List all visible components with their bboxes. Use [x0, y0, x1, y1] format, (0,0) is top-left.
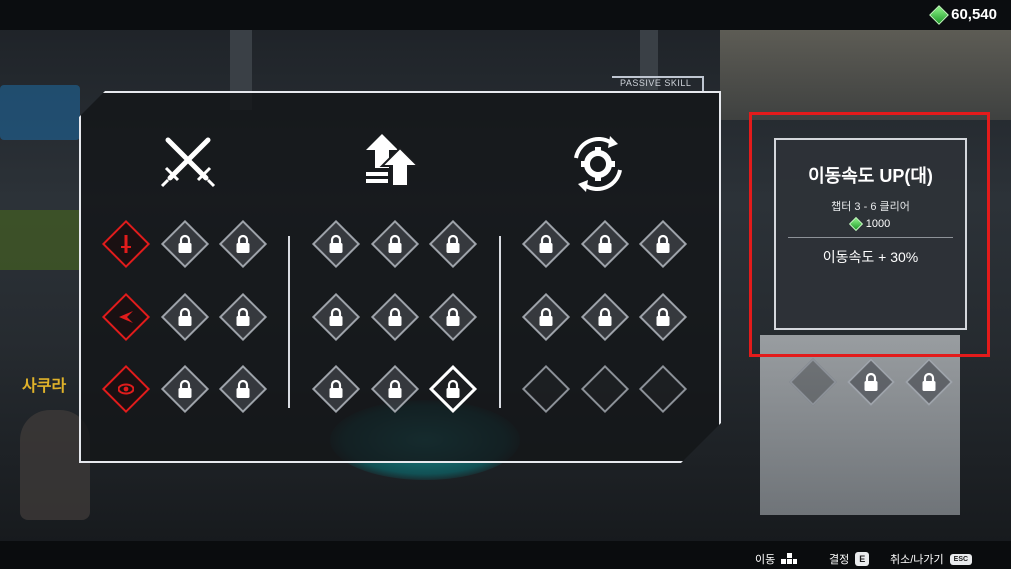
- hint-move-label: 이동: [755, 554, 776, 566]
- skill-node[interactable]: [309, 290, 363, 344]
- skill-node[interactable]: [158, 217, 212, 271]
- dpad-icon: [781, 553, 798, 564]
- skill-node[interactable]: [158, 362, 212, 416]
- skill-diamond: [788, 357, 838, 407]
- key-esc-icon: ESC: [949, 553, 973, 565]
- skill-node[interactable]: [519, 290, 573, 344]
- hint-cancel-label: 취소/나가기: [890, 554, 944, 566]
- green-gem-icon: [929, 4, 950, 25]
- skill-node[interactable]: [216, 290, 270, 344]
- crossed-swords-icon: [160, 137, 216, 188]
- panel-tab-label: PASSIVE SKILL: [620, 78, 692, 88]
- cycle-gear-icon: [574, 136, 622, 192]
- skill-node[interactable]: [844, 355, 898, 409]
- skill-requirement: 챕터 3 - 6 클리어: [831, 201, 910, 213]
- card-divider: [788, 237, 953, 238]
- skill-node[interactable]: [426, 362, 480, 416]
- skill-detail-card: 이동속도 UP(대) 챕터 3 - 6 클리어 1000 이동속도 + 30%: [774, 138, 967, 330]
- skill-node[interactable]: [368, 362, 422, 416]
- skill-cost: 1000: [776, 216, 965, 232]
- double-up-arrows-icon: [366, 134, 421, 187]
- skill-node[interactable]: [578, 362, 632, 416]
- skill-node[interactable]: [786, 355, 840, 409]
- skill-node[interactable]: [636, 362, 690, 416]
- skill-node[interactable]: [636, 217, 690, 271]
- skill-node[interactable]: [309, 362, 363, 416]
- column-divider: [288, 236, 290, 408]
- hint-cancel[interactable]: 취소/나가기 ESC: [890, 551, 973, 567]
- skill-diamond: [638, 364, 688, 414]
- skill-node[interactable]: [578, 217, 632, 271]
- skill-node[interactable]: [216, 217, 270, 271]
- bg-screen: [0, 85, 80, 140]
- skill-node[interactable]: [578, 290, 632, 344]
- skill-node[interactable]: [99, 217, 153, 271]
- hint-move: 이동: [755, 551, 798, 567]
- currency-amount: 60,540: [951, 6, 997, 23]
- skill-node[interactable]: [368, 290, 422, 344]
- skill-node[interactable]: [158, 290, 212, 344]
- skill-node[interactable]: [216, 362, 270, 416]
- skill-effect: 이동속도 + 30%: [822, 249, 919, 265]
- hint-confirm: 결정 E: [829, 551, 870, 567]
- bg-sign: 사쿠라: [22, 378, 67, 395]
- skill-node[interactable]: [902, 355, 956, 409]
- key-e-icon: E: [855, 552, 870, 566]
- skill-node[interactable]: [426, 290, 480, 344]
- green-gem-icon: [848, 216, 863, 232]
- skill-node[interactable]: [309, 217, 363, 271]
- column-divider: [499, 236, 501, 408]
- hint-confirm-label: 결정: [829, 554, 850, 566]
- skill-diamond: [580, 364, 630, 414]
- skill-node[interactable]: [519, 217, 573, 271]
- skill-node[interactable]: [426, 217, 480, 271]
- skill-node[interactable]: [636, 290, 690, 344]
- skill-node[interactable]: [368, 217, 422, 271]
- skill-title: 이동속도 UP(대): [808, 166, 933, 186]
- skill-cost-value: 1000: [865, 218, 891, 230]
- skill-diamond: [521, 364, 571, 414]
- skill-node[interactable]: [99, 290, 153, 344]
- skill-node[interactable]: [519, 362, 573, 416]
- skill-node[interactable]: [99, 362, 153, 416]
- top-bar: 60,540: [0, 0, 1011, 30]
- currency-display: 60,540: [929, 4, 997, 25]
